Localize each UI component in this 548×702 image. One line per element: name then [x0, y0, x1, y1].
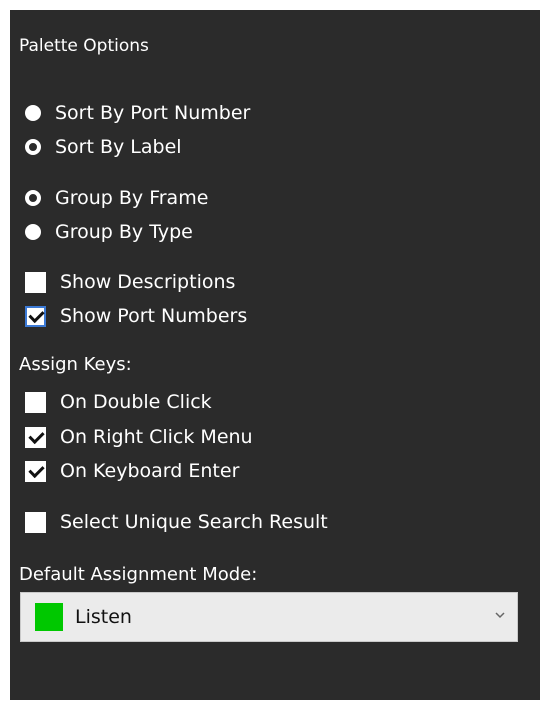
- on-double-click-label: On Double Click: [60, 391, 212, 413]
- default-assignment-mode-dropdown[interactable]: Listen: [20, 592, 518, 642]
- on-right-click-menu-label: On Right Click Menu: [60, 426, 253, 448]
- checkbox-box-checked: [25, 426, 46, 448]
- radio-indicator: [25, 190, 41, 206]
- panel-title: Palette Options: [19, 36, 149, 56]
- chevron-down-icon: [495, 608, 505, 619]
- group-by-type-label: Group By Type: [55, 221, 193, 243]
- checkbox-box-checked: [25, 305, 46, 327]
- group-by-type-radio[interactable]: Group By Type: [25, 220, 193, 244]
- radio-indicator: [25, 139, 41, 155]
- checkbox-box: [25, 391, 46, 413]
- on-double-click-checkbox[interactable]: On Double Click: [25, 390, 212, 414]
- select-unique-search-result-label: Select Unique Search Result: [60, 511, 328, 533]
- listen-color-swatch: [35, 603, 63, 631]
- show-port-numbers-checkbox[interactable]: Show Port Numbers: [25, 304, 247, 328]
- on-keyboard-enter-checkbox[interactable]: On Keyboard Enter: [25, 459, 239, 483]
- checkbox-box: [25, 511, 46, 533]
- checkbox-box: [25, 271, 46, 293]
- default-assignment-mode-value: Listen: [75, 606, 132, 628]
- assign-keys-heading: Assign Keys:: [19, 354, 132, 375]
- sort-by-label-label: Sort By Label: [55, 136, 182, 158]
- show-port-numbers-label: Show Port Numbers: [60, 305, 248, 327]
- radio-indicator: [25, 105, 41, 121]
- sort-by-label-radio[interactable]: Sort By Label: [25, 135, 182, 159]
- on-right-click-menu-checkbox[interactable]: On Right Click Menu: [25, 425, 253, 449]
- group-by-frame-label: Group By Frame: [55, 187, 209, 209]
- checkbox-box-checked: [25, 460, 46, 482]
- default-assignment-mode-label: Default Assignment Mode:: [19, 564, 258, 585]
- show-descriptions-label: Show Descriptions: [60, 271, 236, 293]
- select-unique-search-result-checkbox[interactable]: Select Unique Search Result: [25, 510, 328, 534]
- group-by-frame-radio[interactable]: Group By Frame: [25, 186, 208, 210]
- on-keyboard-enter-label: On Keyboard Enter: [60, 460, 240, 482]
- show-descriptions-checkbox[interactable]: Show Descriptions: [25, 270, 235, 294]
- sort-by-port-number-radio[interactable]: Sort By Port Number: [25, 101, 250, 125]
- sort-by-port-number-label: Sort By Port Number: [55, 102, 251, 124]
- radio-indicator: [25, 224, 41, 240]
- palette-options-panel: Palette Options Sort By Port Number Sort…: [10, 10, 540, 700]
